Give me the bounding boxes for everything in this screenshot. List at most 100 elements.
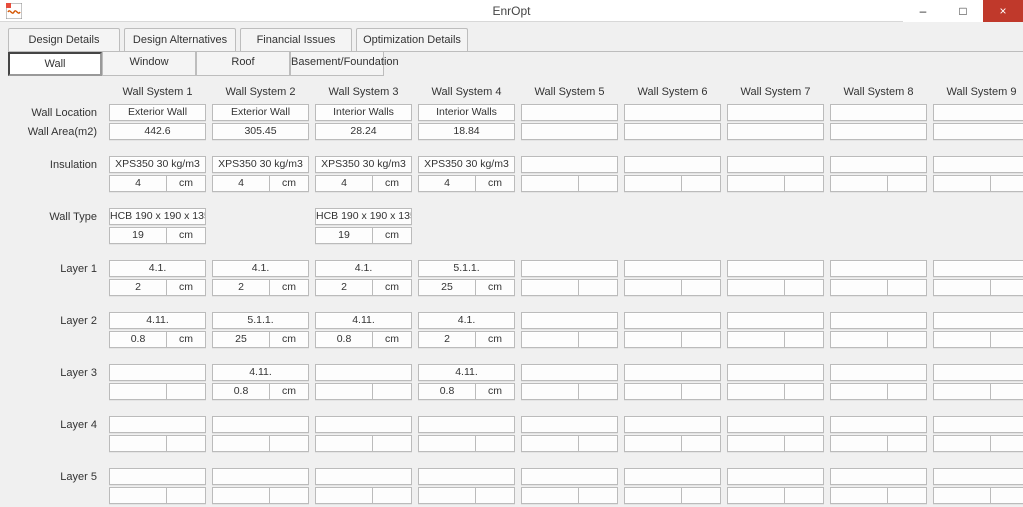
wall_location-field[interactable]: Interior Walls — [418, 104, 515, 121]
wall_area-field[interactable] — [727, 123, 824, 140]
layer4-thickness[interactable] — [830, 435, 927, 452]
layer5-thickness[interactable] — [212, 487, 309, 504]
layer2-thickness[interactable]: 0.8cm — [315, 331, 412, 348]
thickness-value[interactable] — [831, 488, 888, 503]
maximize-button[interactable]: □ — [943, 0, 983, 22]
layer2-material[interactable] — [933, 312, 1023, 329]
thickness-value[interactable]: 4 — [110, 176, 167, 191]
layer4-material[interactable] — [933, 416, 1023, 433]
wall_area-field[interactable]: 305.45 — [212, 123, 309, 140]
layer1-thickness[interactable] — [830, 279, 927, 296]
layer4-material[interactable] — [315, 416, 412, 433]
thickness-value[interactable] — [316, 436, 373, 451]
layer5-thickness[interactable] — [315, 487, 412, 504]
thickness-value[interactable] — [522, 436, 579, 451]
layer3-material[interactable] — [521, 364, 618, 381]
thickness-value[interactable] — [522, 176, 579, 191]
layer1-thickness[interactable]: 25cm — [418, 279, 515, 296]
tab-design-alternatives[interactable]: Design Alternatives — [124, 28, 236, 51]
layer2-material[interactable] — [727, 312, 824, 329]
layer1-thickness[interactable] — [933, 279, 1023, 296]
layer5-material[interactable] — [212, 468, 309, 485]
layer4-thickness[interactable] — [109, 435, 206, 452]
thickness-value[interactable] — [522, 384, 579, 399]
thickness-value[interactable]: 2 — [110, 280, 167, 295]
insulation-material[interactable]: XPS350 30 kg/m3 — [109, 156, 206, 173]
layer3-material[interactable] — [727, 364, 824, 381]
layer1-thickness[interactable]: 2cm — [212, 279, 309, 296]
layer1-material[interactable]: 4.1. — [109, 260, 206, 277]
insulation-material[interactable] — [830, 156, 927, 173]
thickness-value[interactable]: 25 — [213, 332, 270, 347]
wall_area-field[interactable] — [624, 123, 721, 140]
layer2-material[interactable] — [521, 312, 618, 329]
layer2-thickness[interactable] — [830, 331, 927, 348]
thickness-value[interactable] — [316, 488, 373, 503]
thickness-value[interactable] — [728, 280, 785, 295]
tab-optimization-details[interactable]: Optimization Details — [356, 28, 468, 51]
layer3-material[interactable] — [624, 364, 721, 381]
insulation-thickness[interactable] — [933, 175, 1023, 192]
thickness-value[interactable] — [934, 384, 991, 399]
layer1-thickness[interactable] — [727, 279, 824, 296]
layer1-thickness[interactable]: 2cm — [109, 279, 206, 296]
thickness-value[interactable] — [522, 332, 579, 347]
layer2-thickness[interactable] — [727, 331, 824, 348]
thickness-value[interactable] — [110, 436, 167, 451]
layer2-thickness[interactable]: 0.8cm — [109, 331, 206, 348]
layer5-material[interactable] — [521, 468, 618, 485]
wall_location-field[interactable] — [521, 104, 618, 121]
layer3-thickness[interactable] — [727, 383, 824, 400]
layer4-material[interactable] — [727, 416, 824, 433]
thickness-value[interactable]: 25 — [419, 280, 476, 295]
layer2-thickness[interactable] — [521, 331, 618, 348]
layer2-material[interactable]: 5.1.1. — [212, 312, 309, 329]
insulation-material[interactable]: XPS350 30 kg/m3 — [212, 156, 309, 173]
wall_area-field[interactable]: 28.24 — [315, 123, 412, 140]
layer1-material[interactable] — [521, 260, 618, 277]
insulation-thickness[interactable] — [624, 175, 721, 192]
layer1-material[interactable] — [933, 260, 1023, 277]
wall_type-thickness[interactable]: 19cm — [315, 227, 412, 244]
layer4-material[interactable] — [418, 416, 515, 433]
layer4-thickness[interactable] — [933, 435, 1023, 452]
layer1-material[interactable]: 5.1.1. — [418, 260, 515, 277]
layer5-material[interactable] — [727, 468, 824, 485]
insulation-material[interactable] — [521, 156, 618, 173]
layer5-thickness[interactable] — [830, 487, 927, 504]
close-button[interactable]: × — [983, 0, 1023, 22]
layer4-thickness[interactable] — [624, 435, 721, 452]
layer4-material[interactable] — [212, 416, 309, 433]
layer3-thickness[interactable] — [109, 383, 206, 400]
thickness-value[interactable] — [625, 384, 682, 399]
layer1-material[interactable]: 4.1. — [315, 260, 412, 277]
thickness-value[interactable] — [625, 176, 682, 191]
thickness-value[interactable] — [831, 280, 888, 295]
layer3-thickness[interactable]: 0.8cm — [418, 383, 515, 400]
thickness-value[interactable] — [934, 488, 991, 503]
thickness-value[interactable]: 2 — [419, 332, 476, 347]
thickness-value[interactable] — [625, 280, 682, 295]
thickness-value[interactable] — [522, 488, 579, 503]
insulation-thickness[interactable]: 4cm — [212, 175, 309, 192]
thickness-value[interactable] — [110, 384, 167, 399]
subtab-window[interactable]: Window — [102, 52, 196, 76]
wall_location-field[interactable]: Exterior Wall — [212, 104, 309, 121]
layer4-thickness[interactable] — [212, 435, 309, 452]
insulation-material[interactable] — [727, 156, 824, 173]
thickness-value[interactable] — [110, 488, 167, 503]
thickness-value[interactable]: 4 — [419, 176, 476, 191]
wall_location-field[interactable] — [830, 104, 927, 121]
thickness-value[interactable] — [213, 436, 270, 451]
layer1-material[interactable] — [727, 260, 824, 277]
thickness-value[interactable]: 2 — [316, 280, 373, 295]
layer4-thickness[interactable] — [418, 435, 515, 452]
layer5-material[interactable] — [315, 468, 412, 485]
layer3-material[interactable] — [933, 364, 1023, 381]
layer3-thickness[interactable] — [830, 383, 927, 400]
insulation-material[interactable]: XPS350 30 kg/m3 — [418, 156, 515, 173]
thickness-value[interactable] — [831, 176, 888, 191]
thickness-value[interactable]: 0.8 — [316, 332, 373, 347]
wall_location-field[interactable]: Exterior Wall — [109, 104, 206, 121]
layer1-material[interactable]: 4.1. — [212, 260, 309, 277]
